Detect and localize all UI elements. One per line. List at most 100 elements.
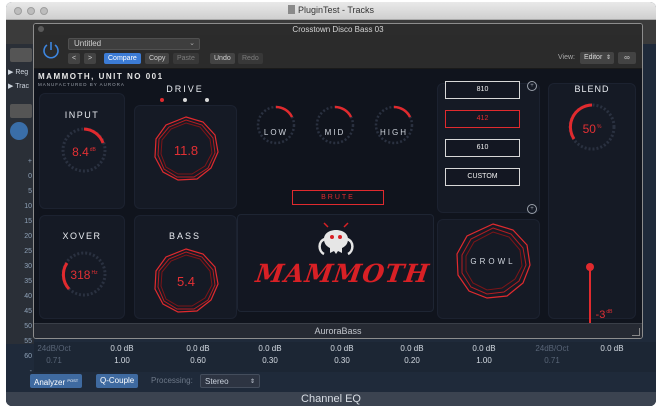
drive-mode-dot-3[interactable]	[205, 98, 209, 102]
output-value-number: -3	[595, 309, 606, 321]
output-unit: dB	[606, 309, 613, 315]
sidebar-row-2[interactable]: ▶ Trac	[8, 82, 29, 90]
db-tick: 60	[24, 353, 32, 360]
eq-band-q: 1.00	[476, 356, 492, 365]
growl-info-icon[interactable]: +	[527, 204, 537, 214]
xover-unit: Hz	[91, 270, 98, 276]
sidebar-row-1-label: Reg	[15, 69, 29, 76]
disclosure-triangle-icon: ▶	[8, 69, 14, 76]
eq-name-bar: Channel EQ	[6, 392, 656, 406]
view-select[interactable]: Editor ⇕	[580, 52, 614, 64]
eq-band-value: 0.0 dB	[110, 344, 134, 353]
eq-band-q: 0.30	[262, 356, 278, 365]
output-slider-handle[interactable]	[586, 263, 594, 271]
growl-label: GROWL	[470, 257, 516, 266]
xover-value: 318Hz	[62, 268, 106, 282]
high-label: HIGH	[380, 128, 408, 137]
eq-band-2[interactable]: 0.0 dB 1.00	[102, 344, 142, 365]
sidebar-button[interactable]	[10, 104, 32, 118]
document-icon	[287, 5, 295, 14]
high-knob[interactable]	[372, 103, 416, 147]
mammoth-logo-text: MAMMOTH	[253, 259, 432, 288]
sidebar-row-2-label: Trac	[15, 83, 29, 90]
eq-band-1[interactable]: 24dB/Oct 0.71	[34, 344, 74, 365]
drive-mode-dot-2[interactable]	[183, 98, 187, 102]
eq-band-6[interactable]: 0.0 dB 0.20	[392, 344, 432, 365]
paste-button[interactable]: Paste	[173, 53, 199, 64]
eq-band-value: 24dB/Oct	[37, 344, 71, 353]
sidebar-row-1[interactable]: ▶ Reg	[8, 68, 28, 76]
eq-band-value: 0.0 dB	[186, 344, 210, 353]
view-value: Editor	[584, 54, 603, 61]
cabinet-custom-button[interactable]: CUSTOM	[445, 168, 520, 186]
db-tick: 40	[24, 293, 32, 300]
q-couple-button[interactable]: Q-Couple	[96, 374, 139, 388]
cabinet-610-button[interactable]: 610	[445, 139, 520, 157]
input-value: 8.4dB	[62, 145, 106, 159]
db-tick: 10	[24, 203, 32, 210]
low-knob[interactable]	[254, 103, 298, 147]
drive-mode-dot-1[interactable]	[160, 98, 164, 102]
host-titlebar: PluginTest - Tracks	[6, 2, 656, 20]
eq-band-7[interactable]: 0.0 dB 1.00	[464, 344, 504, 365]
eq-parameter-strip: 24dB/Oct 0.71 0.0 dB 1.00 0.0 dB 0.60 0.0 d…	[34, 342, 656, 372]
input-value-number: 8.4	[72, 145, 89, 159]
processing-value: Stereo	[205, 377, 229, 386]
chevron-down-icon: ⌄	[189, 40, 195, 47]
input-label: INPUT	[64, 110, 100, 120]
db-tick: 0	[28, 173, 32, 180]
undo-button[interactable]: Undo	[210, 53, 235, 64]
eq-band-3[interactable]: 0.0 dB 0.60	[178, 344, 218, 365]
cabinet-810-button[interactable]: 810	[445, 81, 520, 99]
blend-value: 50%	[570, 122, 614, 136]
input-unit: dB	[89, 147, 96, 153]
eq-band-4[interactable]: 0.0 dB 0.30	[250, 344, 290, 365]
link-icon[interactable]: ∞	[618, 52, 636, 64]
blend-label: BLEND	[574, 84, 610, 94]
drive-value: 11.8	[173, 143, 199, 158]
mid-label: MID	[324, 128, 346, 137]
processing-select[interactable]: Stereo ⇕	[200, 374, 260, 388]
select-arrows-icon: ⇕	[605, 55, 611, 61]
view-label: View:	[558, 54, 575, 61]
preset-select[interactable]: Untitled ⌄	[68, 38, 200, 50]
eq-band-8[interactable]: 24dB/Oct 0.71	[531, 344, 573, 365]
next-preset-button[interactable]: >	[84, 53, 97, 64]
eq-band-5[interactable]: 0.0 dB 0.30	[322, 344, 362, 365]
eq-band-gain[interactable]: 0.0 dB	[592, 344, 632, 356]
analyzer-badge: POST	[67, 378, 79, 383]
select-arrows-icon: ⇕	[249, 379, 255, 385]
eq-band-value: 0.0 dB	[472, 344, 496, 353]
low-label: LOW	[263, 128, 289, 137]
brand-subtitle: MANUFACTURED BY AURORA	[38, 82, 125, 87]
eq-band-q: 0.60	[190, 356, 206, 365]
brute-button[interactable]: BRUTE	[292, 190, 384, 205]
previous-preset-button[interactable]: <	[68, 53, 81, 64]
mid-knob[interactable]	[313, 103, 357, 147]
sidebar-button[interactable]	[10, 48, 32, 62]
preset-name: Untitled	[74, 39, 102, 48]
host-power-icon[interactable]	[10, 122, 28, 140]
eq-band-value: 0.0 dB	[600, 344, 624, 353]
cabinet-info-icon[interactable]: +	[527, 81, 537, 91]
eq-name: Channel EQ	[301, 393, 361, 405]
eq-band-value: 0.0 dB	[258, 344, 282, 353]
cabinet-412-button[interactable]: 412	[445, 110, 520, 128]
eq-band-q: 0.20	[404, 356, 420, 365]
brand-title: MAMMOTH, UNIT NO 001	[38, 72, 164, 81]
db-tick: +	[27, 158, 32, 165]
resize-handle[interactable]	[632, 328, 640, 336]
redo-button[interactable]: Redo	[238, 53, 263, 64]
bass-label: BASS	[168, 231, 201, 241]
eq-band-value: 0.0 dB	[400, 344, 424, 353]
db-tick: 20	[24, 233, 32, 240]
power-icon[interactable]	[40, 39, 62, 61]
analyzer-button[interactable]: Analyzer POST	[30, 374, 83, 388]
plugin-footer: AuroraBass	[34, 323, 642, 338]
copy-button[interactable]: Copy	[145, 53, 170, 64]
eq-band-q: 0.30	[334, 356, 350, 365]
eq-band-q: 1.00	[114, 356, 130, 365]
eq-band-value: 0.0 dB	[330, 344, 354, 353]
db-tick: 55	[24, 338, 32, 345]
compare-button[interactable]: Compare	[104, 53, 141, 64]
